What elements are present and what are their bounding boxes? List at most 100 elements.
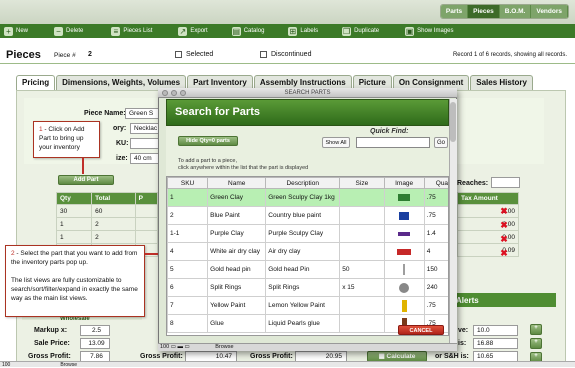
table-row[interactable]: 12: [55, 230, 159, 244]
col-size[interactable]: Size: [339, 177, 385, 189]
export-icon: ↗: [178, 26, 188, 36]
delete-row-icon[interactable]: ✖: [500, 235, 508, 244]
sh-label: or S&H is:: [435, 353, 469, 360]
sku-field[interactable]: [130, 138, 159, 149]
markup-label: Markup x:: [34, 327, 68, 334]
catalog-button[interactable]: ▤ Catalog: [231, 26, 264, 36]
divider: [0, 63, 575, 64]
piece-name-field[interactable]: Green S: [125, 108, 159, 119]
show-images-button[interactable]: ▣ Show Images: [405, 26, 453, 36]
table-row[interactable]: 2 Blue Paint Country blue paint .75: [167, 206, 448, 225]
category-field[interactable]: Necklac: [130, 123, 159, 134]
gross-profit-3-label: Gross Profit:: [250, 353, 293, 360]
col-name[interactable]: Name: [207, 177, 267, 189]
status-zoom[interactable]: 100: [2, 362, 10, 368]
gross-profit-label: Gross Profit:: [28, 353, 71, 360]
scrollbar-thumb[interactable]: [450, 102, 456, 142]
table-row[interactable]: 30 60: [55, 204, 159, 218]
table-row[interactable]: 1 Green Clay Green Sculpy Clay 1kg .75: [167, 188, 448, 207]
labels-icon: ⊞: [288, 26, 298, 36]
cancel-button[interactable]: CANCEL: [398, 325, 444, 335]
callout-arrow-line: [82, 158, 84, 174]
calculator-icon: ▦: [378, 353, 387, 360]
delete-button[interactable]: − Delete: [54, 26, 83, 36]
status-mode[interactable]: Browse: [60, 362, 77, 368]
part-thumbnail: [383, 296, 425, 315]
plus-icon: +: [4, 26, 13, 36]
go-button[interactable]: Go: [434, 137, 448, 148]
mode-indicator[interactable]: Browse: [215, 344, 233, 350]
gross-profit-2-label: Gross Profit:: [140, 353, 183, 360]
zoom-icons[interactable]: ▭ ▬ ▭: [169, 344, 191, 350]
table-row: 0.00: [457, 204, 519, 218]
piece-number-label: Piece #: [54, 52, 76, 59]
add-part-button[interactable]: Add Part: [58, 175, 114, 185]
close-window-icon[interactable]: [162, 90, 168, 96]
parts-search-list: SKU Name Description Size Image Quanti 1…: [166, 176, 449, 336]
tab-sales-history[interactable]: Sales History: [470, 75, 533, 90]
col-quantity[interactable]: Quanti: [423, 177, 448, 189]
table-row[interactable]: 6 Split Rings Split Rings x 15 240: [167, 278, 448, 297]
nav-tab-vendors[interactable]: Vendors: [531, 5, 568, 18]
delete-row-icon[interactable]: ✖: [500, 249, 508, 258]
table-row[interactable]: 1-1 Purple Clay Purple Sculpy Clay 1.4: [167, 224, 448, 243]
dialog-title-bar: SEARCH PARTS: [158, 88, 457, 98]
table-row[interactable]: 12: [55, 217, 159, 231]
col-sku[interactable]: SKU: [167, 177, 209, 189]
dialog-heading: Search for Parts: [166, 99, 449, 126]
page-title: Pieces: [6, 49, 41, 61]
labels-button[interactable]: ⊞ Labels: [288, 26, 318, 36]
sku-label: KU:: [116, 140, 129, 147]
export-button[interactable]: ↗ Export: [178, 26, 208, 36]
is-field[interactable]: 16.88: [473, 338, 518, 349]
delete-row-icon[interactable]: ✖: [500, 207, 508, 216]
table-row[interactable]: 5 Gold head pin Gold head Pin 50 150: [167, 260, 448, 279]
part-thumbnail: [383, 242, 425, 261]
col-tax-amount: Tax Amount: [457, 192, 519, 205]
tab-pricing[interactable]: Pricing: [16, 75, 56, 90]
new-button[interactable]: + New: [4, 26, 28, 36]
markup-field[interactable]: 2.5: [80, 325, 110, 336]
nav-tabs: Parts Pieces B.O.M. Vendors: [439, 4, 569, 19]
zoom-window-icon[interactable]: [180, 90, 186, 96]
alert-toggle-button[interactable]: +: [530, 324, 542, 335]
zoom-level[interactable]: 100: [160, 344, 169, 350]
table-row[interactable]: 7 Yellow Paint Lemon Yellow Paint .75: [167, 296, 448, 315]
col-total: Total: [91, 192, 136, 205]
table-row[interactable]: 4 White air dry clay Air dry clay 4: [167, 242, 448, 261]
quick-find-label: Quick Find:: [370, 128, 409, 135]
show-all-button[interactable]: Show All: [322, 137, 350, 148]
selected-checkbox[interactable]: Selected: [175, 51, 213, 58]
table-row: 0.09: [457, 243, 519, 257]
reaches-field[interactable]: [491, 177, 520, 188]
status-bar: 100 Browse: [0, 361, 575, 368]
pieces-list-button[interactable]: ≡ Pieces List: [111, 26, 152, 36]
col-qty: Qty: [55, 192, 93, 205]
sale-price-field[interactable]: 13.09: [80, 338, 110, 349]
duplicate-button[interactable]: ❐ Duplicate: [342, 26, 379, 36]
image-icon: ▣: [405, 26, 415, 36]
is-label: is:: [458, 340, 467, 347]
part-thumbnail: [383, 206, 425, 225]
callout-add-part: 1 - Click on Add Part to bring up your i…: [33, 121, 100, 158]
piece-name-label: Piece Name:: [84, 110, 126, 117]
delete-row-icon[interactable]: ✖: [500, 221, 508, 230]
minimize-window-icon[interactable]: [171, 90, 177, 96]
ve-field[interactable]: 10.0: [473, 325, 518, 336]
nav-tab-pieces[interactable]: Pieces: [468, 5, 500, 18]
sale-price-label: Sale Price:: [34, 340, 70, 347]
checkbox-box: [175, 51, 182, 58]
part-thumbnail: [383, 188, 425, 207]
size-field[interactable]: 40 cm: [130, 153, 159, 164]
nav-tab-parts[interactable]: Parts: [440, 5, 469, 18]
nav-tab-bom[interactable]: B.O.M.: [499, 5, 532, 18]
table-row: 0.00: [457, 217, 519, 231]
list-icon: ≡: [111, 26, 121, 36]
col-image[interactable]: Image: [383, 177, 425, 189]
quick-find-input[interactable]: [356, 137, 430, 148]
alert-toggle-button[interactable]: +: [530, 338, 542, 349]
checkbox-box: [260, 51, 267, 58]
discontinued-checkbox[interactable]: Discontinued: [260, 51, 311, 58]
col-description[interactable]: Description: [265, 177, 341, 189]
hide-qty-button[interactable]: Hide Qty=0 parts: [178, 136, 238, 146]
